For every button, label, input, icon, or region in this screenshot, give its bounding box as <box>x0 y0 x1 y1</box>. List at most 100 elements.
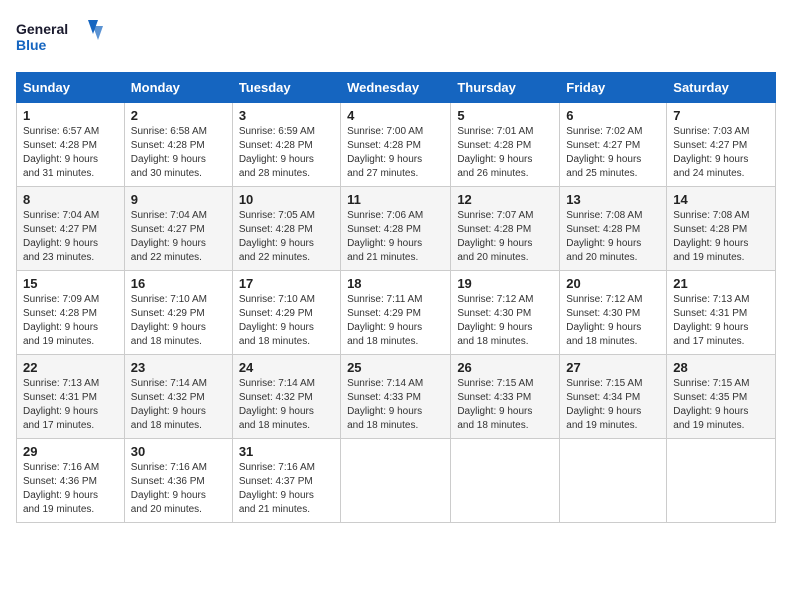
calendar-day-cell: 20 Sunrise: 7:12 AM Sunset: 4:30 PM Dayli… <box>560 271 667 355</box>
day-info: Sunrise: 7:10 AM Sunset: 4:29 PM Dayligh… <box>239 293 334 349</box>
calendar-day-cell: 31 Sunrise: 7:16 AM Sunset: 4:37 PM Dayli… <box>232 439 340 523</box>
calendar-week-row: 15 Sunrise: 7:09 AM Sunset: 4:28 PM Dayli… <box>17 271 776 355</box>
calendar-week-row: 29 Sunrise: 7:16 AM Sunset: 4:36 PM Dayli… <box>17 439 776 523</box>
day-number: 21 <box>673 276 769 291</box>
calendar-week-row: 8 Sunrise: 7:04 AM Sunset: 4:27 PM Daylig… <box>17 187 776 271</box>
calendar-day-cell <box>451 439 560 523</box>
calendar-day-cell: 3Sunrise: 6:59 AM Sunset: 4:28 PM Daylig… <box>232 103 340 187</box>
day-number: 5 <box>457 108 553 123</box>
calendar-day-cell: 5 Sunrise: 7:01 AM Sunset: 4:28 PM Daylig… <box>451 103 560 187</box>
day-number: 2 <box>131 108 226 123</box>
calendar-day-cell: 25 Sunrise: 7:14 AM Sunset: 4:33 PM Dayli… <box>341 355 451 439</box>
day-number: 20 <box>566 276 660 291</box>
day-info: Sunrise: 6:57 AM Sunset: 4:28 PM Dayligh… <box>23 125 118 181</box>
day-number: 1 <box>23 108 118 123</box>
day-info: Sunrise: 7:03 AM Sunset: 4:27 PM Dayligh… <box>673 125 769 181</box>
calendar-day-cell: 28 Sunrise: 7:15 AM Sunset: 4:35 PM Dayli… <box>667 355 776 439</box>
calendar-day-cell: 19 Sunrise: 7:12 AM Sunset: 4:30 PM Dayli… <box>451 271 560 355</box>
day-number: 30 <box>131 444 226 459</box>
day-info: Sunrise: 7:14 AM Sunset: 4:32 PM Dayligh… <box>239 377 334 433</box>
day-info: Sunrise: 7:16 AM Sunset: 4:37 PM Dayligh… <box>239 461 334 517</box>
day-info: Sunrise: 7:13 AM Sunset: 4:31 PM Dayligh… <box>23 377 118 433</box>
day-number: 16 <box>131 276 226 291</box>
calendar-body: 1 Sunrise: 6:57 AM Sunset: 4:28 PM Daylig… <box>17 103 776 523</box>
day-info: Sunrise: 7:04 AM Sunset: 4:27 PM Dayligh… <box>131 209 226 265</box>
calendar-day-cell: 8Sunrise: 7:04 AM Sunset: 4:27 PM Daylig… <box>17 187 125 271</box>
calendar-day-cell: 9 Sunrise: 7:04 AM Sunset: 4:27 PM Daylig… <box>124 187 232 271</box>
day-number: 26 <box>457 360 553 375</box>
calendar-day-cell <box>341 439 451 523</box>
calendar-day-cell: 17 Sunrise: 7:10 AM Sunset: 4:29 PM Dayli… <box>232 271 340 355</box>
day-info: Sunrise: 6:58 AM Sunset: 4:28 PM Dayligh… <box>131 125 226 181</box>
day-info: Sunrise: 7:16 AM Sunset: 4:36 PM Dayligh… <box>131 461 226 517</box>
calendar-day-cell: 22Sunrise: 7:13 AM Sunset: 4:31 PM Dayli… <box>17 355 125 439</box>
calendar-table: SundayMondayTuesdayWednesdayThursdayFrid… <box>16 72 776 523</box>
calendar-day-cell: 14 Sunrise: 7:08 AM Sunset: 4:28 PM Dayli… <box>667 187 776 271</box>
calendar-week-row: 22Sunrise: 7:13 AM Sunset: 4:31 PM Dayli… <box>17 355 776 439</box>
calendar-day-cell: 7 Sunrise: 7:03 AM Sunset: 4:27 PM Daylig… <box>667 103 776 187</box>
day-number: 6 <box>566 108 660 123</box>
day-info: Sunrise: 7:16 AM Sunset: 4:36 PM Dayligh… <box>23 461 118 517</box>
day-info: Sunrise: 7:12 AM Sunset: 4:30 PM Dayligh… <box>457 293 553 349</box>
calendar-week-row: 1 Sunrise: 6:57 AM Sunset: 4:28 PM Daylig… <box>17 103 776 187</box>
calendar-day-cell: 2 Sunrise: 6:58 AM Sunset: 4:28 PM Daylig… <box>124 103 232 187</box>
calendar-day-cell <box>667 439 776 523</box>
day-number: 10 <box>239 192 334 207</box>
day-of-week-header: Thursday <box>451 73 560 103</box>
day-info: Sunrise: 7:15 AM Sunset: 4:34 PM Dayligh… <box>566 377 660 433</box>
logo: General Blue <box>16 16 106 60</box>
day-info: Sunrise: 7:08 AM Sunset: 4:28 PM Dayligh… <box>673 209 769 265</box>
svg-text:General: General <box>16 21 68 37</box>
day-number: 9 <box>131 192 226 207</box>
day-number: 14 <box>673 192 769 207</box>
day-number: 7 <box>673 108 769 123</box>
day-number: 11 <box>347 192 444 207</box>
day-of-week-header: Friday <box>560 73 667 103</box>
day-of-week-header: Sunday <box>17 73 125 103</box>
calendar-day-cell: 27 Sunrise: 7:15 AM Sunset: 4:34 PM Dayli… <box>560 355 667 439</box>
calendar-day-cell: 16 Sunrise: 7:10 AM Sunset: 4:29 PM Dayli… <box>124 271 232 355</box>
calendar-day-cell: 11 Sunrise: 7:06 AM Sunset: 4:28 PM Dayli… <box>341 187 451 271</box>
calendar-day-cell: 6 Sunrise: 7:02 AM Sunset: 4:27 PM Daylig… <box>560 103 667 187</box>
day-number: 12 <box>457 192 553 207</box>
day-number: 19 <box>457 276 553 291</box>
day-info: Sunrise: 7:15 AM Sunset: 4:35 PM Dayligh… <box>673 377 769 433</box>
day-info: Sunrise: 7:02 AM Sunset: 4:27 PM Dayligh… <box>566 125 660 181</box>
day-number: 15 <box>23 276 118 291</box>
day-info: Sunrise: 7:01 AM Sunset: 4:28 PM Dayligh… <box>457 125 553 181</box>
day-number: 31 <box>239 444 334 459</box>
day-number: 29 <box>23 444 118 459</box>
day-info: Sunrise: 7:07 AM Sunset: 4:28 PM Dayligh… <box>457 209 553 265</box>
day-number: 17 <box>239 276 334 291</box>
calendar-header-row: SundayMondayTuesdayWednesdayThursdayFrid… <box>17 73 776 103</box>
day-number: 8 <box>23 192 118 207</box>
calendar-day-cell: 18Sunrise: 7:11 AM Sunset: 4:29 PM Dayli… <box>341 271 451 355</box>
day-number: 3 <box>239 108 334 123</box>
day-number: 24 <box>239 360 334 375</box>
day-info: Sunrise: 7:12 AM Sunset: 4:30 PM Dayligh… <box>566 293 660 349</box>
day-info: Sunrise: 7:06 AM Sunset: 4:28 PM Dayligh… <box>347 209 444 265</box>
calendar-day-cell: 1 Sunrise: 6:57 AM Sunset: 4:28 PM Daylig… <box>17 103 125 187</box>
day-number: 28 <box>673 360 769 375</box>
day-number: 25 <box>347 360 444 375</box>
calendar-day-cell: 12 Sunrise: 7:07 AM Sunset: 4:28 PM Dayli… <box>451 187 560 271</box>
day-number: 4 <box>347 108 444 123</box>
day-number: 27 <box>566 360 660 375</box>
day-number: 23 <box>131 360 226 375</box>
day-number: 13 <box>566 192 660 207</box>
calendar-day-cell: 21 Sunrise: 7:13 AM Sunset: 4:31 PM Dayli… <box>667 271 776 355</box>
day-of-week-header: Tuesday <box>232 73 340 103</box>
day-of-week-header: Monday <box>124 73 232 103</box>
day-info: Sunrise: 7:11 AM Sunset: 4:29 PM Dayligh… <box>347 293 444 349</box>
calendar-day-cell: 4Sunrise: 7:00 AM Sunset: 4:28 PM Daylig… <box>341 103 451 187</box>
calendar-day-cell: 26Sunrise: 7:15 AM Sunset: 4:33 PM Dayli… <box>451 355 560 439</box>
day-info: Sunrise: 7:10 AM Sunset: 4:29 PM Dayligh… <box>131 293 226 349</box>
day-info: Sunrise: 7:05 AM Sunset: 4:28 PM Dayligh… <box>239 209 334 265</box>
day-of-week-header: Wednesday <box>341 73 451 103</box>
day-info: Sunrise: 7:13 AM Sunset: 4:31 PM Dayligh… <box>673 293 769 349</box>
day-of-week-header: Saturday <box>667 73 776 103</box>
day-info: Sunrise: 7:14 AM Sunset: 4:32 PM Dayligh… <box>131 377 226 433</box>
day-info: Sunrise: 7:14 AM Sunset: 4:33 PM Dayligh… <box>347 377 444 433</box>
day-info: Sunrise: 7:09 AM Sunset: 4:28 PM Dayligh… <box>23 293 118 349</box>
calendar-day-cell: 13Sunrise: 7:08 AM Sunset: 4:28 PM Dayli… <box>560 187 667 271</box>
